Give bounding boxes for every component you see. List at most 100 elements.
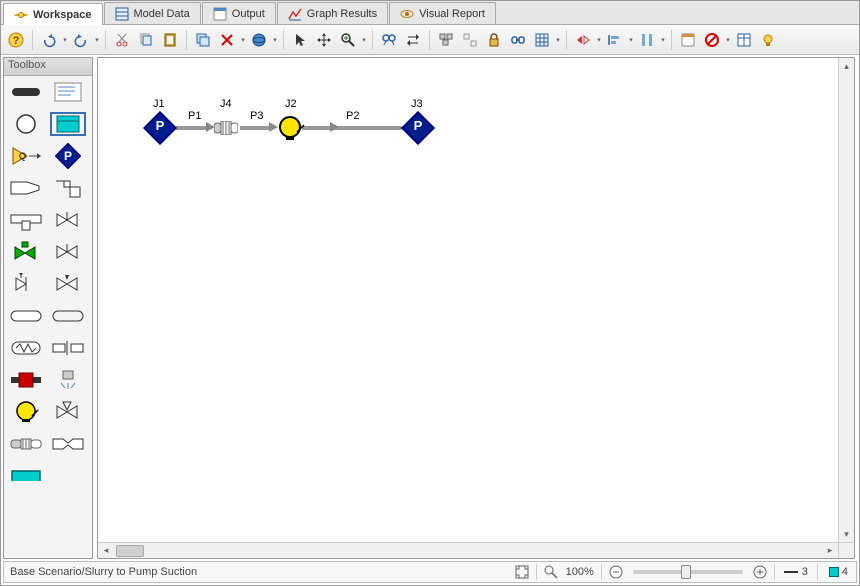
- sep: [372, 30, 373, 50]
- zoom-icon[interactable]: [337, 29, 359, 51]
- find-icon[interactable]: [378, 29, 400, 51]
- globe-icon[interactable]: [248, 29, 270, 51]
- sep: [536, 564, 537, 580]
- status-bar: Base Scenario/Slurry to Pump Suction 100…: [3, 561, 857, 583]
- redo-dropdown[interactable]: ▾: [94, 29, 100, 51]
- zoom-in-icon[interactable]: [749, 562, 771, 582]
- horizontal-scrollbar[interactable]: ◂ ▸: [98, 542, 838, 558]
- distribute-icon[interactable]: [636, 29, 658, 51]
- pointer-icon[interactable]: [289, 29, 311, 51]
- toolbox-title: Toolbox: [4, 58, 92, 76]
- tool-pump-red[interactable]: [8, 368, 44, 392]
- tool-relief-valve[interactable]: [50, 272, 86, 296]
- tool-venturi[interactable]: [50, 432, 86, 456]
- scroll-down-icon[interactable]: ▾: [839, 526, 854, 542]
- lock-icon[interactable]: [483, 29, 505, 51]
- junction-J4[interactable]: [214, 121, 238, 135]
- align-icon[interactable]: [604, 29, 626, 51]
- tool-general-component[interactable]: [8, 304, 44, 328]
- undo-icon[interactable]: [38, 29, 60, 51]
- redo-icon[interactable]: [70, 29, 92, 51]
- tool-control-valve[interactable]: [8, 240, 44, 264]
- junction-J3[interactable]: P: [406, 116, 430, 140]
- vertical-scrollbar[interactable]: ▴ ▾: [838, 58, 854, 542]
- swap-icon[interactable]: [402, 29, 424, 51]
- pan-icon[interactable]: [313, 29, 335, 51]
- junction-J2[interactable]: [279, 116, 301, 138]
- tab-label: Output: [232, 8, 265, 20]
- tool-valve2[interactable]: [50, 240, 86, 264]
- flip-dropdown[interactable]: ▾: [596, 29, 602, 51]
- sep: [601, 564, 602, 580]
- junction-count: 4: [821, 566, 856, 578]
- scroll-left-icon[interactable]: ◂: [98, 545, 114, 556]
- pipe-P3[interactable]: [240, 126, 271, 130]
- tool-annotation[interactable]: [50, 80, 86, 104]
- sep: [817, 564, 818, 580]
- delete-dropdown[interactable]: ▾: [240, 29, 246, 51]
- tab-output[interactable]: Output: [202, 2, 276, 24]
- zoom-slider[interactable]: [633, 570, 743, 574]
- tool-pump-yellow[interactable]: [8, 400, 44, 424]
- tool-pipe[interactable]: [8, 80, 44, 104]
- tool-bend[interactable]: [50, 176, 86, 200]
- flip-h-icon[interactable]: [572, 29, 594, 51]
- globe-dropdown[interactable]: ▾: [272, 29, 278, 51]
- link-icon[interactable]: [507, 29, 529, 51]
- forbid-icon[interactable]: [701, 29, 723, 51]
- copy-icon[interactable]: [135, 29, 157, 51]
- tab-model-data[interactable]: Model Data: [104, 2, 201, 24]
- main-toolbar: ? ▾ ▾ ▾ ▾ ▾ ▾ ▾ ▾ ▾ ▾: [1, 25, 859, 55]
- cut-icon[interactable]: [111, 29, 133, 51]
- distribute-dropdown[interactable]: ▾: [660, 29, 666, 51]
- tab-workspace[interactable]: Workspace: [3, 3, 103, 25]
- tool-orifice[interactable]: [50, 336, 86, 360]
- help-icon[interactable]: ?: [5, 29, 27, 51]
- sep: [566, 30, 567, 50]
- duplicate-icon[interactable]: [192, 29, 214, 51]
- tool-tee[interactable]: [8, 208, 44, 232]
- grid-dropdown[interactable]: ▾: [555, 29, 561, 51]
- pipe-P2[interactable]: [302, 126, 402, 130]
- tool-joint[interactable]: [8, 112, 44, 136]
- table-icon[interactable]: [733, 29, 755, 51]
- ungroup-icon[interactable]: [459, 29, 481, 51]
- tool-reservoir[interactable]: [50, 112, 86, 136]
- paste-icon[interactable]: [159, 29, 181, 51]
- tool-check-valve[interactable]: [8, 272, 44, 296]
- tool-screen[interactable]: [8, 432, 44, 456]
- zoom-tool-icon[interactable]: [540, 562, 562, 582]
- forbid-dropdown[interactable]: ▾: [725, 29, 731, 51]
- tool-three-way-valve[interactable]: [50, 400, 86, 424]
- scroll-right-icon[interactable]: ▸: [822, 545, 838, 556]
- tool-weir[interactable]: [8, 464, 44, 488]
- junction-J1[interactable]: P: [148, 116, 172, 140]
- scenario-path: Base Scenario/Slurry to Pump Suction: [4, 566, 511, 578]
- tool-assigned-pressure[interactable]: P: [50, 144, 86, 168]
- tool-general-component2[interactable]: [50, 304, 86, 328]
- grid-toggle-icon[interactable]: [531, 29, 553, 51]
- bulb-icon[interactable]: [757, 29, 779, 51]
- workspace-canvas[interactable]: P P J1 P1 J4 P3 J2 P2 J3: [98, 58, 838, 542]
- zoom-out-icon[interactable]: [605, 562, 627, 582]
- delete-icon[interactable]: [216, 29, 238, 51]
- tool-assigned-flow[interactable]: Q: [8, 144, 44, 168]
- properties-icon[interactable]: [677, 29, 699, 51]
- sep: [774, 564, 775, 580]
- tool-area-change[interactable]: [8, 176, 44, 200]
- group-icon[interactable]: [435, 29, 457, 51]
- fit-icon[interactable]: [511, 562, 533, 582]
- zoom-slider-knob[interactable]: [681, 565, 691, 579]
- scroll-thumb[interactable]: [116, 545, 144, 557]
- align-dropdown[interactable]: ▾: [628, 29, 634, 51]
- tool-spray[interactable]: [50, 368, 86, 392]
- tab-graph-results[interactable]: Graph Results: [277, 2, 388, 24]
- tool-heat-exchanger[interactable]: [8, 336, 44, 360]
- zoom-dropdown[interactable]: ▾: [361, 29, 367, 51]
- tool-valve[interactable]: [50, 208, 86, 232]
- tab-visual-report[interactable]: Visual Report: [389, 2, 496, 24]
- tab-label: Workspace: [33, 9, 92, 21]
- tool-empty: [50, 464, 86, 488]
- undo-dropdown[interactable]: ▾: [62, 29, 68, 51]
- scroll-up-icon[interactable]: ▴: [839, 58, 854, 74]
